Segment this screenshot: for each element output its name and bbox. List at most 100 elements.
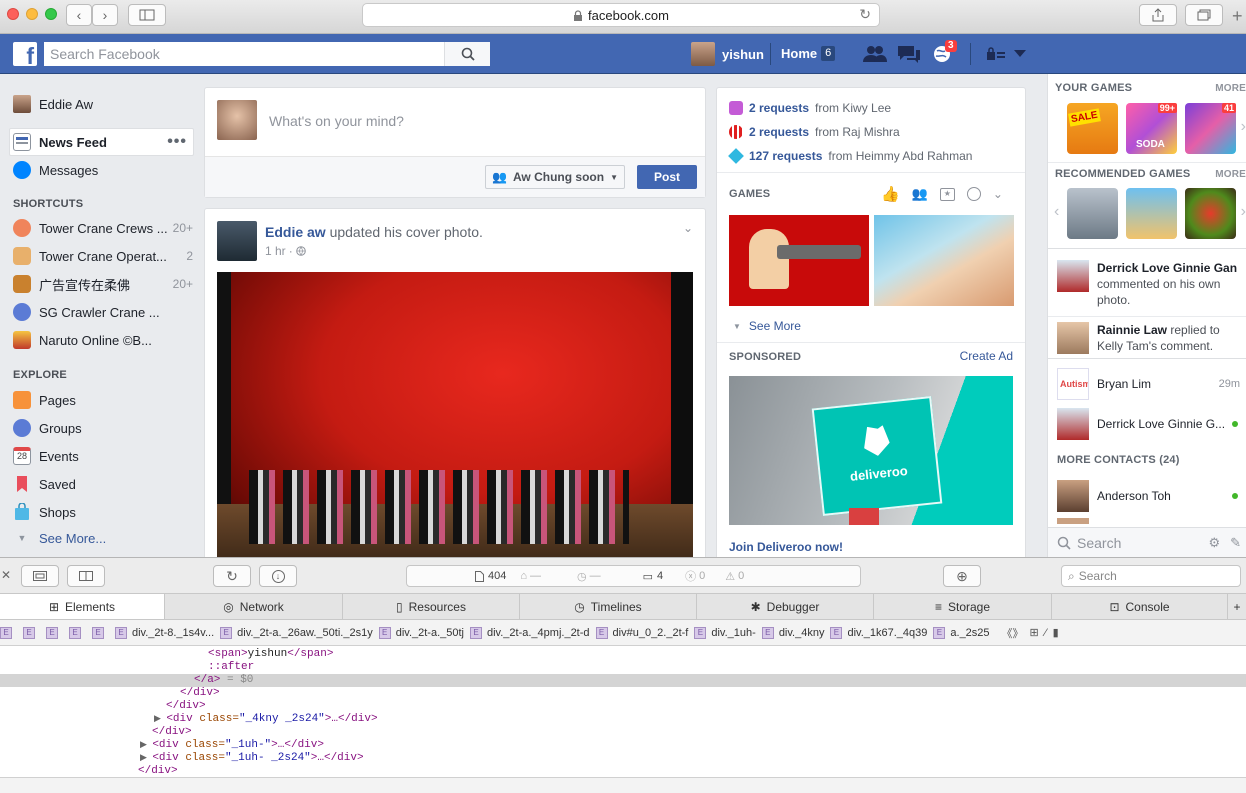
more-options-icon[interactable]: ••• — [167, 133, 187, 151]
game-request-row[interactable]: 2 requests from Raj Mishra — [729, 125, 900, 139]
dock-side-button[interactable] — [67, 565, 105, 587]
download-archive-button[interactable]: ↓ — [259, 565, 297, 587]
log-count[interactable]: ▭ 4 — [643, 570, 664, 583]
contact-name[interactable]: Anderson Toh — [1097, 489, 1171, 503]
friend-requests-icon[interactable] — [862, 44, 888, 64]
game-request-row[interactable]: 127 requests from Heimmy Abd Rahman — [728, 148, 972, 164]
post-author-link[interactable]: Eddie aw — [265, 224, 326, 240]
post-button[interactable]: Post — [637, 165, 697, 189]
resource-count[interactable]: 404 — [475, 570, 506, 582]
game-request-row[interactable]: 2 requests from Kiwy Lee — [729, 101, 891, 115]
breadcrumb-item[interactable]: Ediv#u_0_2._2t-f — [595, 626, 688, 639]
sidebar-toggle-button[interactable] — [128, 4, 166, 26]
ticker-item[interactable]: Rainnie Law replied to Kelly Tam's comme… — [1097, 322, 1245, 354]
messages-icon[interactable] — [896, 44, 922, 64]
chat-search-input[interactable]: Search — [1077, 535, 1121, 551]
dom-node[interactable]: <span>yishun</span> — [0, 648, 1246, 661]
breadcrumb-item[interactable]: Ediv._2t-a._50tj — [378, 626, 464, 639]
facebook-logo[interactable]: f — [13, 42, 37, 66]
contact-name[interactable]: Derrick Love Ginnie G... — [1097, 417, 1225, 431]
thumbs-up-icon[interactable]: 👍 — [881, 185, 900, 203]
home-link[interactable]: Home 6 — [781, 46, 836, 61]
search-button[interactable] — [444, 42, 490, 66]
back-button[interactable]: ‹ — [66, 4, 92, 26]
breadcrumb-collapsed[interactable]: E — [92, 626, 109, 639]
sidebar-item-events[interactable]: 28 Events — [13, 444, 193, 468]
add-tab-button[interactable]: + — [1228, 594, 1246, 619]
game-tile-bubble-witch[interactable]: 41 — [1185, 103, 1236, 154]
composer-input[interactable]: What's on your mind? — [269, 113, 689, 129]
contact-avatar[interactable] — [1057, 408, 1089, 440]
breadcrumb-item[interactable]: Ea._2s25 — [933, 626, 990, 639]
gear-icon[interactable]: ⚙ — [1208, 535, 1220, 551]
trending-icon[interactable] — [966, 187, 981, 201]
minimize-window-button[interactable] — [26, 8, 38, 20]
ticker-item[interactable]: Derrick Love Ginnie Gan commented on his… — [1097, 260, 1245, 308]
breadcrumb-item[interactable]: Ediv._2t-a._4pmj._2t-d — [470, 626, 590, 639]
search-input[interactable] — [44, 42, 444, 66]
disclosure-triangle-icon[interactable]: ▶ — [154, 714, 166, 724]
cover-photo[interactable] — [217, 272, 693, 562]
star-icon[interactable]: ★ — [939, 187, 955, 201]
tab-debugger[interactable]: ✱ Debugger — [697, 594, 874, 619]
see-more-link[interactable]: ▼ See More... — [13, 526, 193, 550]
tabs-overview-button[interactable] — [1185, 4, 1223, 26]
game-thumbnail-1[interactable] — [729, 215, 869, 306]
shortcut-item[interactable]: Tower Crane Operat... 2 — [13, 244, 193, 268]
sidebar-item-saved[interactable]: Saved — [13, 472, 193, 496]
post-timestamp[interactable]: 1 hr — [265, 244, 286, 258]
sidebar-item-pages[interactable]: Pages — [13, 388, 193, 412]
compose-icon[interactable]: ✎ — [1230, 535, 1241, 551]
dom-node[interactable]: </div> — [0, 687, 1246, 700]
detach-inspector-button[interactable] — [21, 565, 59, 587]
close-window-button[interactable] — [7, 8, 19, 20]
warning-count[interactable]: ⚠ 0 — [725, 570, 744, 583]
tab-storage[interactable]: ≡ Storage — [874, 594, 1052, 619]
new-tab-button[interactable]: + — [1232, 6, 1246, 30]
your-games-more-link[interactable]: MORE — [1215, 83, 1246, 94]
sidebar-item-groups[interactable]: Groups — [13, 416, 193, 440]
chevron-down-icon[interactable]: ⌄ — [993, 187, 1003, 201]
reload-icon[interactable]: ↻ — [859, 6, 871, 23]
chevron-left-icon[interactable]: ‹ — [1054, 203, 1059, 221]
error-count[interactable]: ⓧ 0 — [685, 568, 705, 584]
share-button[interactable] — [1139, 4, 1177, 26]
sidebar-item-messages[interactable]: Messages — [13, 158, 193, 182]
dom-node-selected[interactable]: </a> = $0 — [0, 674, 1246, 687]
inspect-element-button[interactable]: ⊕ — [943, 565, 981, 587]
disclosure-triangle-icon[interactable]: ▶ — [140, 740, 152, 750]
breadcrumb-item[interactable]: Ediv._1uh- — [694, 626, 756, 639]
sidebar-item-shops[interactable]: Shops — [13, 500, 193, 524]
audience-selector[interactable]: 👥 Aw Chung soon ▼ — [485, 165, 625, 189]
disclosure-triangle-icon[interactable]: ▶ — [140, 753, 152, 763]
deliveroo-ad-image[interactable]: deliveroo — [729, 376, 1013, 525]
reload-page-button[interactable]: ↻ — [213, 565, 251, 587]
breadcrumb-collapsed[interactable]: E — [0, 626, 17, 639]
address-bar[interactable]: facebook.com ↻ — [362, 3, 880, 27]
post-author-avatar[interactable] — [217, 221, 257, 261]
ad-cta-link[interactable]: Join Deliveroo now! — [729, 540, 843, 554]
contact-avatar[interactable]: Autism — [1057, 368, 1089, 400]
chevron-right-icon[interactable]: › — [1241, 118, 1246, 136]
dom-node[interactable]: ▶ <div class="_1uh- _2s24">…</div> — [0, 752, 1246, 765]
game-tile-racing[interactable] — [1067, 188, 1118, 239]
recommended-more-link[interactable]: MORE — [1215, 169, 1246, 180]
brush-icon[interactable]: ⁄ — [1045, 627, 1047, 639]
shortcut-item[interactable]: 广告宣传在柔佛 20+ — [13, 272, 193, 296]
game-thumbnail-2[interactable] — [874, 215, 1014, 306]
post-options-chevron-icon[interactable]: ⌄ — [683, 221, 693, 235]
inspector-search[interactable]: ⌕ Search — [1061, 565, 1241, 587]
ticker-avatar[interactable] — [1057, 260, 1089, 292]
game-tile-fruit-ninja[interactable] — [1185, 188, 1236, 239]
tab-console[interactable]: ⊡ Console — [1052, 594, 1228, 619]
game-tile-candy-crush[interactable]: 99+ SODA — [1126, 103, 1177, 154]
tab-network[interactable]: ◎ Network — [165, 594, 343, 619]
game-tile-slots[interactable] — [1126, 188, 1177, 239]
shortcut-item[interactable]: SG Crawler Crane ... — [13, 300, 193, 324]
privacy-shortcuts-icon[interactable] — [986, 47, 1006, 61]
tab-resources[interactable]: ▯ Resources — [343, 594, 520, 619]
breadcrumb-item[interactable]: Ediv._2t-8._1s4v... — [115, 626, 214, 639]
dom-node[interactable]: ▶ <div class="_4kny _2s24">…</div> — [0, 713, 1246, 726]
grid-icon[interactable]: ⊞ — [1030, 626, 1039, 639]
contact-name[interactable]: Bryan Lim — [1097, 377, 1151, 391]
